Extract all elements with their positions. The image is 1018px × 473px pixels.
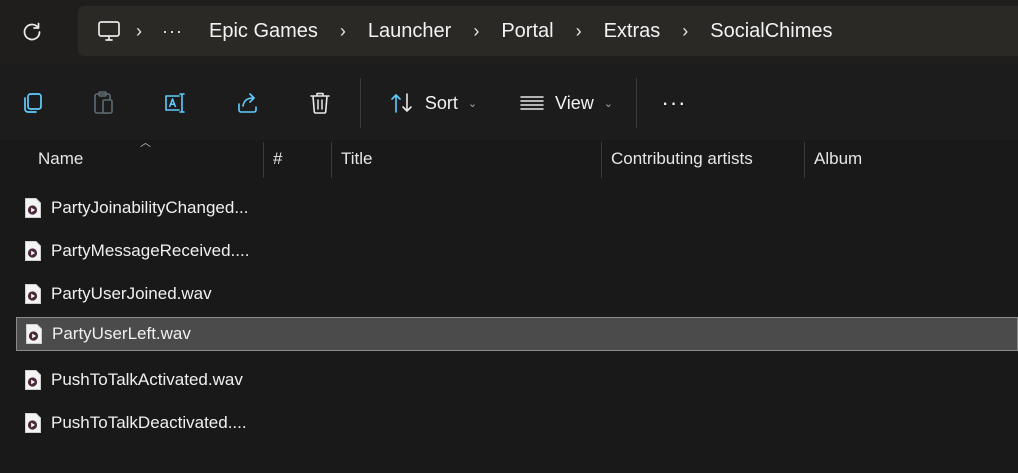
view-button[interactable]: View ⌄ xyxy=(508,78,624,128)
toolbar-divider xyxy=(636,78,637,128)
sort-button[interactable]: Sort ⌄ xyxy=(378,78,488,128)
share-button[interactable] xyxy=(228,78,268,128)
chevron-down-icon: ⌄ xyxy=(603,97,613,110)
chevron-right-icon[interactable]: › xyxy=(562,21,596,42)
column-headers: ︿ Name # Title Contributing artists Albu… xyxy=(0,137,1018,180)
rename-button[interactable] xyxy=(156,78,196,128)
file-row[interactable]: PartyMessageReceived.... xyxy=(16,234,1018,268)
trash-icon xyxy=(310,92,330,114)
chevron-right-icon[interactable]: › xyxy=(122,21,156,42)
delete-button[interactable] xyxy=(300,78,340,128)
breadcrumb-overflow-button[interactable]: ··· xyxy=(156,21,189,42)
file-row-selected[interactable]: PartyUserLeft.wav xyxy=(16,317,1018,351)
file-name: PartyUserLeft.wav xyxy=(52,324,191,343)
breadcrumb-item-socialchimes[interactable]: SocialChimes xyxy=(702,20,840,43)
column-header-title[interactable]: Title xyxy=(331,140,601,178)
rename-icon xyxy=(165,93,185,113)
audio-file-icon xyxy=(26,324,42,344)
audio-file-icon xyxy=(25,370,41,390)
sort-icon xyxy=(391,93,412,113)
file-name: PartyJoinabilityChanged... xyxy=(51,198,249,217)
chevron-down-icon: ⌄ xyxy=(467,97,478,110)
audio-file-icon xyxy=(25,413,41,433)
this-pc-button[interactable] xyxy=(96,18,122,44)
file-row[interactable]: PartyJoinabilityChanged... xyxy=(16,191,1018,225)
column-header-album[interactable]: Album xyxy=(804,140,1018,178)
toolbar-divider xyxy=(360,78,361,128)
more-options-button[interactable]: ··· xyxy=(652,78,696,128)
sort-label: Sort xyxy=(424,92,458,113)
chevron-right-icon[interactable]: › xyxy=(326,21,360,42)
breadcrumb: › ··· Epic Games › Launcher › Portal › E… xyxy=(78,6,1018,56)
audio-file-icon xyxy=(25,241,41,261)
address-bar: › ··· Epic Games › Launcher › Portal › E… xyxy=(0,0,1018,64)
refresh-button[interactable] xyxy=(14,14,50,50)
monitor-icon xyxy=(98,21,120,41)
column-header-contributing-artists[interactable]: Contributing artists xyxy=(601,140,804,178)
more-icon: ··· xyxy=(661,90,687,115)
file-row[interactable]: PushToTalkDeactivated.... xyxy=(16,406,1018,440)
chevron-right-icon[interactable]: › xyxy=(668,21,702,42)
copy-button[interactable] xyxy=(12,78,52,128)
file-name: PartyUserJoined.wav xyxy=(51,284,212,303)
breadcrumb-item-launcher[interactable]: Launcher xyxy=(360,20,459,43)
view-label: View xyxy=(555,92,594,113)
file-name: PartyMessageReceived.... xyxy=(51,241,250,260)
breadcrumb-item-extras[interactable]: Extras xyxy=(596,20,669,43)
clipboard-icon xyxy=(94,91,113,114)
chevron-right-icon[interactable]: › xyxy=(459,21,493,42)
breadcrumb-item-portal[interactable]: Portal xyxy=(493,20,561,43)
audio-file-icon xyxy=(25,198,41,218)
audio-file-icon xyxy=(25,284,41,304)
column-header-name[interactable]: Name xyxy=(28,140,262,178)
refresh-icon xyxy=(23,22,41,41)
share-icon xyxy=(238,93,257,113)
file-name: PushToTalkActivated.wav xyxy=(51,370,243,389)
file-row[interactable]: PushToTalkActivated.wav xyxy=(16,363,1018,397)
column-header-number[interactable]: # xyxy=(263,140,331,178)
copy-icon xyxy=(24,93,42,113)
breadcrumb-item-epic-games[interactable]: Epic Games xyxy=(201,20,326,43)
view-list-icon xyxy=(520,96,544,110)
file-name: PushToTalkDeactivated.... xyxy=(51,413,247,432)
command-toolbar: Sort ⌄ View ⌄ ··· xyxy=(0,64,1018,142)
paste-button[interactable] xyxy=(84,78,124,128)
file-row[interactable]: PartyUserJoined.wav xyxy=(16,277,1018,311)
